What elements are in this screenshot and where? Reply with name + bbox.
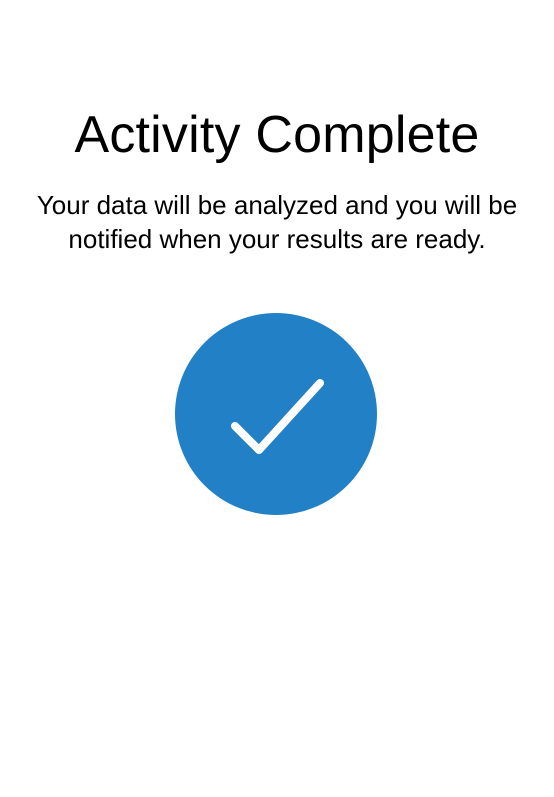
completion-screen: Activity Complete Your data will be anal… [0, 0, 554, 797]
completion-badge [175, 313, 377, 515]
checkmark-stroke [231, 379, 324, 454]
completion-message-line-1: Your data will be analyzed and you will … [36, 190, 518, 220]
checkmark-icon [231, 379, 324, 454]
completion-message: Your data will be analyzed and you will … [0, 188, 554, 256]
completion-message-line-2: notified when your results are ready. [68, 224, 486, 254]
page-title: Activity Complete [74, 106, 480, 164]
